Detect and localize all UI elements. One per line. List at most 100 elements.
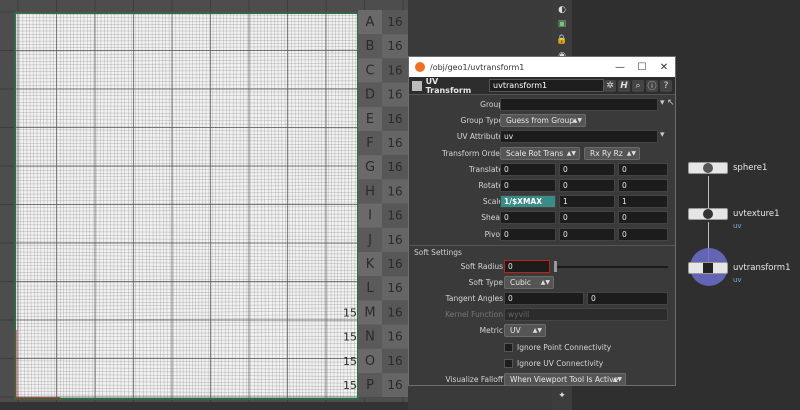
- checker-letter: A: [366, 15, 375, 30]
- parameter-window[interactable]: /obj/geo1/uvtransform1 — ☐ ✕ UV Transfor…: [408, 56, 676, 386]
- metric-menu[interactable]: UV ▲▼: [504, 324, 546, 338]
- soft-type-menu[interactable]: Cubic ▲▼: [504, 275, 554, 289]
- checker-number: 16: [387, 160, 402, 174]
- ignore-uv-connectivity-checkbox[interactable]: [504, 358, 513, 368]
- param-label: Soft Radius: [460, 261, 503, 271]
- pivot-z-field[interactable]: 0: [618, 227, 668, 241]
- checker-letter: I: [368, 209, 372, 224]
- translate-y-field[interactable]: 0: [559, 162, 615, 176]
- param-label: Tangent Angles: [445, 294, 503, 304]
- checker-number: 16: [387, 184, 402, 198]
- pivot-x-field[interactable]: 0: [500, 227, 556, 241]
- lock-icon[interactable]: 🔒: [556, 34, 568, 46]
- shear-z-field[interactable]: 0: [618, 211, 668, 225]
- checker-number: 16: [387, 112, 402, 126]
- node-wire: [708, 176, 709, 210]
- help-h-icon[interactable]: H: [618, 79, 630, 92]
- viewport-scrollbar[interactable]: [0, 402, 408, 410]
- param-soft-radius: Soft Radius 0: [409, 259, 675, 275]
- operator-type: UV Transform: [425, 76, 472, 95]
- checker-letter: J: [367, 233, 372, 248]
- soft-radius-slider[interactable]: [554, 265, 668, 268]
- scale-z-field[interactable]: 1: [618, 195, 668, 209]
- soft-settings-header[interactable]: Soft Settings: [409, 244, 675, 259]
- checker-number: 16: [387, 39, 402, 53]
- rotate-z-field[interactable]: 0: [618, 178, 668, 192]
- menu-value: Scale Rot Trans: [506, 148, 564, 158]
- rotate-x-field[interactable]: 0: [500, 178, 556, 192]
- uv-attribute-field[interactable]: uv: [500, 130, 658, 144]
- pivot-y-field[interactable]: 0: [559, 227, 615, 241]
- minimize-icon[interactable]: —: [609, 57, 631, 77]
- uv-viewport[interactable]: A 16 B 16 C 16 D 16 E 16 F 16 G 16 H 16 I 16 J 16 K 16 L 16 M 16 1…: [0, 0, 408, 410]
- checker-letter: C: [365, 63, 374, 78]
- ignore-point-connectivity-checkbox[interactable]: [504, 342, 513, 352]
- checker-number: 15: [343, 379, 357, 392]
- group-select-arrow-icon[interactable]: ▾: [660, 98, 665, 108]
- checker-letter: P: [366, 378, 374, 393]
- checker-letter: N: [365, 330, 375, 345]
- group-type-menu[interactable]: Guess from Group ▲▼: [500, 114, 586, 128]
- pick-arrow-icon[interactable]: ↖: [667, 98, 675, 108]
- display-icon[interactable]: ▣: [556, 18, 568, 30]
- checker-number: 16: [387, 136, 402, 150]
- close-icon[interactable]: ✕: [653, 57, 675, 77]
- settings-icon[interactable]: ✦: [556, 390, 568, 402]
- maximize-icon[interactable]: ☐: [631, 57, 653, 77]
- param-rotate: Rotate 0 0 0: [409, 178, 675, 194]
- search-icon[interactable]: ⌕: [632, 79, 644, 92]
- node-type: uv: [733, 276, 742, 284]
- checker-letter: O: [365, 354, 375, 369]
- tangent-angle-2-field[interactable]: 0: [587, 292, 668, 306]
- param-label: Group Type: [460, 116, 503, 126]
- operator-name-field[interactable]: uvtransform1: [489, 79, 604, 92]
- node-name: uvtransform1: [733, 263, 791, 273]
- houdini-logo-icon: [415, 62, 425, 72]
- houdini-workspace: A 16 B 16 C 16 D 16 E 16 F 16 G 16 H 16 I 16 J 16 K 16 L 16 M 16 1…: [0, 0, 800, 410]
- checker-letter: H: [365, 184, 375, 199]
- param-group-type: Group Type Guess from Group ▲▼: [409, 113, 675, 129]
- checker-number: 15: [343, 331, 357, 344]
- param-label: Translate: [468, 164, 503, 174]
- scale-y-field[interactable]: 1: [559, 195, 615, 209]
- gear-icon[interactable]: ✲: [604, 79, 616, 92]
- soft-radius-slider-handle[interactable]: [554, 260, 557, 272]
- tangent-angle-1-field[interactable]: 0: [504, 292, 584, 306]
- window-path: /obj/geo1/uvtransform1: [430, 62, 525, 72]
- scale-x-field[interactable]: 1/$XMAX: [500, 195, 556, 209]
- param-metric: Metric UV ▲▼: [409, 323, 675, 339]
- shear-x-field[interactable]: 0: [500, 211, 556, 225]
- menu-value: UV: [510, 326, 521, 336]
- checker-number: 16: [387, 378, 402, 392]
- shear-y-field[interactable]: 0: [559, 211, 615, 225]
- transform-order-menu[interactable]: Scale Rot Trans ▲▼: [500, 146, 580, 160]
- rotate-y-field[interactable]: 0: [559, 178, 615, 192]
- param-label: Kernel Function: [445, 310, 503, 320]
- rotation-order-menu[interactable]: Rx Ry Rz ▲▼: [584, 146, 640, 160]
- param-pivot: Pivot 0 0 0: [409, 227, 675, 243]
- visualize-falloff-menu[interactable]: When Viewport Tool Is Active ▲▼: [504, 373, 626, 386]
- translate-x-field[interactable]: 0: [500, 162, 556, 176]
- param-label: Metric: [479, 326, 503, 336]
- group-field[interactable]: [500, 98, 658, 111]
- operator-bar: UV Transform uvtransform1 ✲ H ⌕ ⓘ ?: [409, 77, 675, 95]
- pin-icon[interactable]: ◐: [556, 4, 568, 16]
- uv-grid-canvas[interactable]: A 16 B 16 C 16 D 16 E 16 F 16 G 16 H 16 I 16 J 16 K 16 L 16 M 16 1…: [0, 0, 408, 402]
- param-ignore-uv-connectivity: Ignore UV Connectivity: [409, 356, 675, 372]
- translate-z-field[interactable]: 0: [618, 162, 668, 176]
- checker-number: 16: [387, 15, 402, 29]
- checker-letter: B: [366, 39, 375, 54]
- checker-number: 16: [387, 233, 402, 247]
- info-icon[interactable]: ⓘ: [646, 79, 658, 92]
- checker-number: 16: [387, 88, 402, 102]
- window-titlebar[interactable]: /obj/geo1/uvtransform1 — ☐ ✕: [409, 57, 675, 77]
- checker-number: 16: [387, 330, 402, 344]
- soft-radius-field[interactable]: 0: [504, 259, 550, 273]
- checker-letter: D: [365, 88, 375, 103]
- uv-transform-icon: [412, 80, 422, 91]
- checker-icon: [703, 209, 713, 219]
- param-label: Transform Order: [441, 148, 503, 158]
- question-icon[interactable]: ?: [660, 79, 672, 92]
- checker-letter: G: [365, 160, 375, 175]
- uv-attribute-select-arrow-icon[interactable]: ▾: [660, 130, 665, 140]
